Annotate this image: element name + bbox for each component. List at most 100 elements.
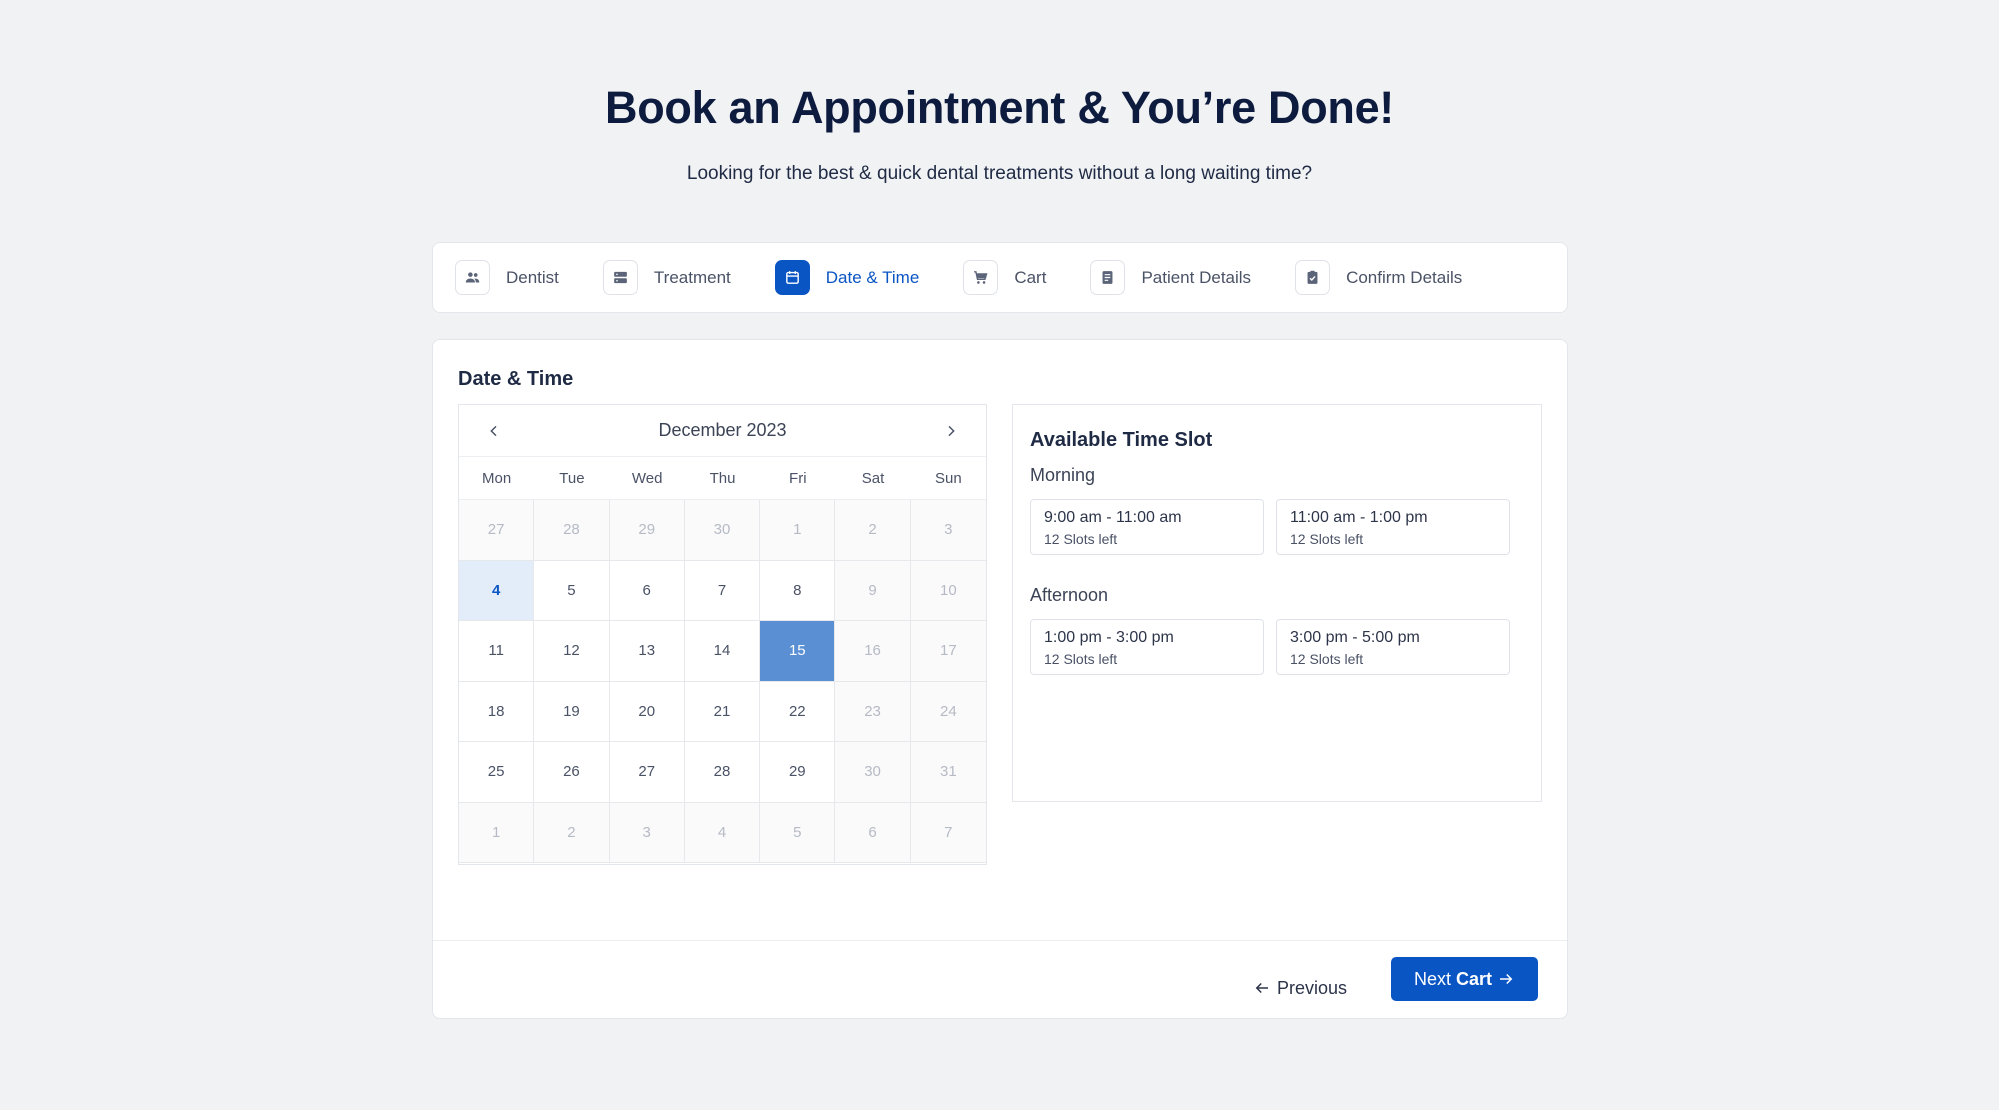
slot-time: 9:00 am - 11:00 am bbox=[1044, 509, 1182, 526]
calendar-day[interactable]: 29 bbox=[760, 742, 836, 803]
slot-availability: 12 Slots left bbox=[1290, 531, 1364, 547]
arrow-right-icon bbox=[1500, 973, 1513, 985]
step-treatment[interactable]: Treatment bbox=[602, 260, 731, 295]
weekday-label: Tue bbox=[559, 469, 585, 487]
booking-stepper: Dentist Treatment Date & Time Cart Patie… bbox=[432, 242, 1568, 313]
cart-icon bbox=[963, 260, 999, 295]
calendar-day-selected[interactable]: 15 bbox=[760, 621, 836, 682]
afternoon-label: Afternoon bbox=[1030, 585, 1109, 605]
step-label: Date & Time bbox=[825, 267, 920, 287]
calendar-day[interactable]: 25 bbox=[459, 742, 535, 803]
slot-time: 11:00 am - 1:00 pm bbox=[1290, 509, 1428, 526]
calendar-day[interactable]: 21 bbox=[684, 681, 761, 742]
calendar-day[interactable]: 2 bbox=[534, 802, 610, 863]
section-title: Date & Time bbox=[458, 368, 574, 390]
time-slot-panel: Available Time Slot Morning 9:00 am - 11… bbox=[1012, 404, 1542, 802]
calendar-day[interactable]: 3 bbox=[910, 500, 986, 561]
calendar: December 2023 Mon Tue Wed Thu Fri Sat Su… bbox=[458, 404, 987, 865]
calendar-day[interactable]: 5 bbox=[534, 560, 610, 621]
step-cart[interactable]: Cart bbox=[963, 260, 1046, 295]
step-label: Cart bbox=[1014, 267, 1047, 287]
step-label: Patient Details bbox=[1141, 267, 1252, 287]
slot-time: 1:00 pm - 3:00 pm bbox=[1044, 629, 1174, 646]
step-dentist[interactable]: Dentist bbox=[455, 260, 559, 295]
page-title: Book an Appointment & You’re Done! bbox=[605, 82, 1394, 133]
previous-label: Previous bbox=[1277, 977, 1348, 998]
calendar-icon bbox=[774, 260, 810, 295]
step-label: Treatment bbox=[653, 267, 731, 287]
calendar-day[interactable]: 3 bbox=[609, 802, 685, 863]
calendar-day-today[interactable]: 4 bbox=[459, 560, 535, 621]
slot-time: 3:00 pm - 5:00 pm bbox=[1290, 629, 1420, 646]
calendar-day[interactable]: 9 bbox=[835, 560, 911, 621]
step-date-time[interactable]: Date & Time bbox=[774, 260, 920, 295]
calendar-day[interactable]: 22 bbox=[760, 681, 836, 742]
date-time-card: Date & Time December 2023 Mon Tue Wed Th… bbox=[432, 339, 1568, 1019]
calendar-day[interactable]: 19 bbox=[534, 681, 610, 742]
arrow-left-icon bbox=[1255, 982, 1268, 994]
calendar-day[interactable]: 14 bbox=[684, 621, 761, 682]
step-confirm-details[interactable]: Confirm Details bbox=[1295, 260, 1462, 295]
calendar-day[interactable]: 12 bbox=[534, 621, 610, 682]
calendar-day[interactable]: 4 bbox=[684, 802, 761, 863]
calendar-day[interactable]: 31 bbox=[910, 742, 986, 803]
users-icon bbox=[455, 260, 490, 295]
calendar-day[interactable]: 1 bbox=[459, 802, 535, 863]
morning-label: Morning bbox=[1030, 465, 1096, 485]
calendar-day[interactable]: 29 bbox=[609, 500, 685, 561]
next-label: Next bbox=[1413, 968, 1451, 989]
weekday-label: Sat bbox=[861, 469, 885, 487]
calendar-day[interactable]: 6 bbox=[835, 802, 911, 863]
calendar-day[interactable]: 20 bbox=[609, 681, 685, 742]
calendar-day[interactable]: 16 bbox=[835, 621, 911, 682]
chevron-right-icon[interactable] bbox=[940, 420, 962, 442]
calendar-day[interactable]: 28 bbox=[534, 500, 610, 561]
calendar-day[interactable]: 18 bbox=[459, 681, 535, 742]
slot-availability: 12 Slots left bbox=[1290, 651, 1364, 667]
calendar-day[interactable]: 23 bbox=[835, 681, 911, 742]
calendar-header: December 2023 bbox=[459, 405, 986, 457]
step-label: Confirm Details bbox=[1346, 267, 1463, 287]
calendar-day[interactable]: 24 bbox=[910, 681, 986, 742]
document-icon bbox=[1090, 260, 1126, 295]
calendar-day[interactable]: 7 bbox=[684, 560, 761, 621]
calendar-day[interactable]: 27 bbox=[459, 500, 535, 561]
time-slot[interactable]: 3:00 pm - 5:00 pm 12 Slots left bbox=[1276, 619, 1510, 675]
calendar-day[interactable]: 30 bbox=[835, 742, 911, 803]
calendar-day[interactable]: 26 bbox=[534, 742, 610, 803]
calendar-day[interactable]: 1 bbox=[760, 500, 836, 561]
weekday-header: Mon Tue Wed Thu Fri Sat Sun bbox=[459, 457, 986, 500]
next-cart-button[interactable]: Next Cart bbox=[1391, 957, 1538, 1001]
weekday-label: Sun bbox=[934, 469, 962, 487]
next-target-label: Cart bbox=[1456, 968, 1493, 989]
weekday-label: Thu bbox=[709, 469, 736, 487]
clipboard-check-icon bbox=[1295, 260, 1331, 295]
calendar-day[interactable]: 8 bbox=[760, 560, 836, 621]
calendar-day[interactable]: 6 bbox=[609, 560, 685, 621]
chevron-left-icon[interactable] bbox=[483, 420, 505, 442]
calendar-day[interactable]: 30 bbox=[684, 500, 761, 561]
footer-divider bbox=[433, 940, 1567, 941]
previous-button[interactable]: Previous bbox=[1253, 966, 1347, 1010]
time-slot[interactable]: 9:00 am - 11:00 am 12 Slots left bbox=[1030, 499, 1264, 555]
slot-availability: 12 Slots left bbox=[1044, 531, 1118, 547]
time-slot[interactable]: 11:00 am - 1:00 pm 12 Slots left bbox=[1276, 499, 1510, 555]
weekday-label: Wed bbox=[631, 469, 663, 487]
step-label: Dentist bbox=[506, 267, 559, 287]
calendar-day[interactable]: 17 bbox=[910, 621, 986, 682]
calendar-day[interactable]: 10 bbox=[910, 560, 986, 621]
step-patient-details[interactable]: Patient Details bbox=[1090, 260, 1251, 295]
calendar-day[interactable]: 13 bbox=[609, 621, 685, 682]
weekday-label: Mon bbox=[482, 469, 512, 487]
calendar-day[interactable]: 28 bbox=[684, 742, 761, 803]
weekday-label: Fri bbox=[789, 469, 807, 487]
calendar-month: December 2023 bbox=[658, 420, 787, 440]
calendar-day[interactable]: 11 bbox=[459, 621, 535, 682]
calendar-day[interactable]: 2 bbox=[835, 500, 911, 561]
time-slot[interactable]: 1:00 pm - 3:00 pm 12 Slots left bbox=[1030, 619, 1264, 675]
calendar-day[interactable]: 27 bbox=[609, 742, 685, 803]
server-icon bbox=[602, 260, 638, 295]
slot-availability: 12 Slots left bbox=[1044, 651, 1118, 667]
calendar-day[interactable]: 7 bbox=[910, 802, 986, 863]
calendar-day[interactable]: 5 bbox=[760, 802, 836, 863]
